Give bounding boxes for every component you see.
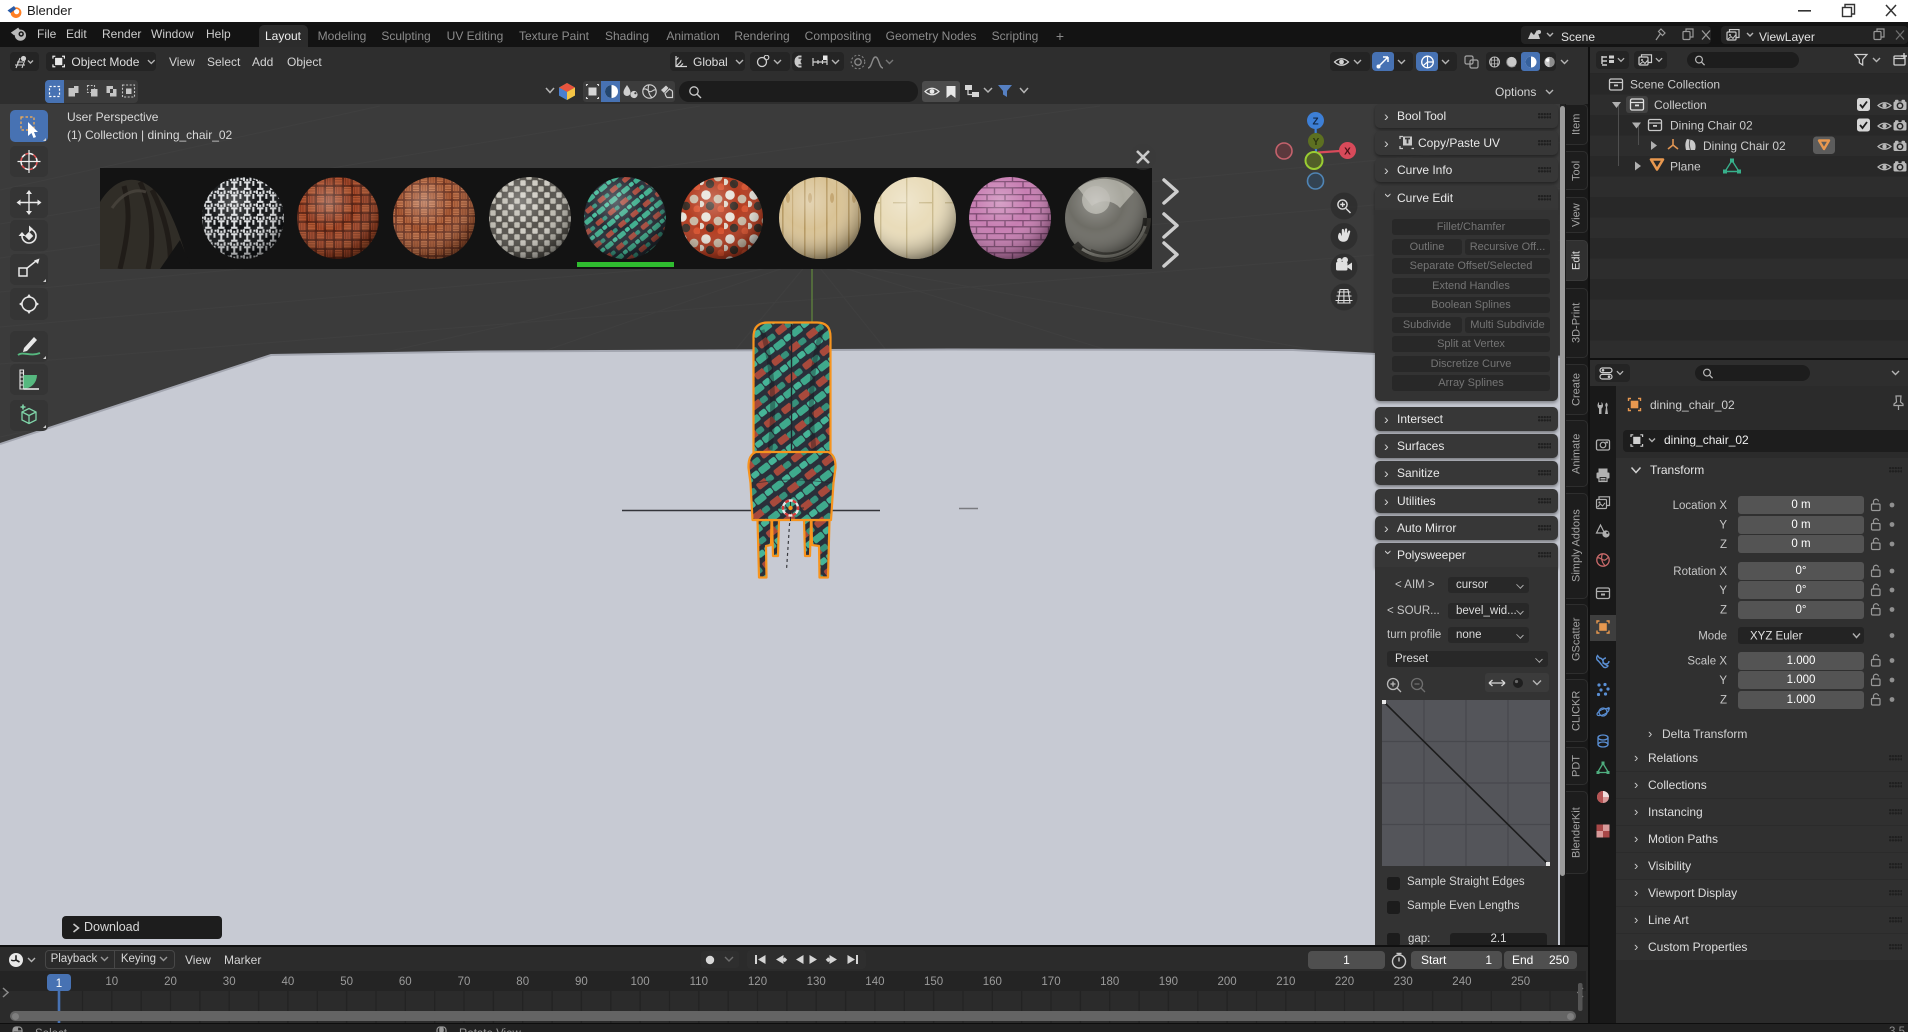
svg-text:90: 90: [575, 976, 588, 988]
svg-text:Scene Collection: Scene Collection: [1630, 78, 1720, 92]
svg-text:10: 10: [105, 976, 118, 988]
svg-text:Mode: Mode: [1698, 631, 1727, 643]
svg-text:130: 130: [807, 976, 826, 988]
svg-text:250: 250: [1511, 976, 1530, 988]
svg-text:150: 150: [924, 976, 943, 988]
svg-text:230: 230: [1394, 976, 1413, 988]
svg-text:Y: Y: [1719, 520, 1727, 532]
svg-text:160: 160: [983, 976, 1002, 988]
svg-text:Plane: Plane: [1670, 160, 1701, 174]
svg-text:Z: Z: [1720, 695, 1727, 707]
svg-text:X: X: [1344, 147, 1351, 158]
svg-text:80: 80: [516, 976, 529, 988]
svg-text:Scale X: Scale X: [1687, 656, 1727, 668]
svg-text:200: 200: [1218, 976, 1237, 988]
svg-text:Y: Y: [1313, 137, 1320, 148]
svg-text:30: 30: [223, 976, 236, 988]
svg-text:210: 210: [1276, 976, 1295, 988]
svg-text:120: 120: [748, 976, 767, 988]
svg-text:Select: Select: [35, 1028, 68, 1032]
svg-text:180: 180: [1100, 976, 1119, 988]
svg-text:220: 220: [1335, 976, 1354, 988]
svg-text:190: 190: [1159, 976, 1178, 988]
svg-text:XYZ Euler: XYZ Euler: [1750, 631, 1803, 643]
svg-text:Rotation X: Rotation X: [1673, 566, 1727, 578]
svg-text:100: 100: [631, 976, 650, 988]
svg-text:Rotate View: Rotate View: [459, 1028, 521, 1032]
svg-text:240: 240: [1452, 976, 1471, 988]
svg-text:Dining Chair 02: Dining Chair 02: [1703, 139, 1786, 153]
svg-text:Z: Z: [1720, 605, 1727, 617]
svg-text:170: 170: [1041, 976, 1060, 988]
svg-text:60: 60: [399, 976, 412, 988]
svg-text:Collection: Collection: [1654, 98, 1707, 112]
svg-text:1: 1: [56, 978, 62, 990]
svg-text:110: 110: [690, 976, 708, 988]
svg-text:140: 140: [865, 976, 884, 988]
svg-text:20: 20: [164, 976, 177, 988]
svg-text:70: 70: [458, 976, 471, 988]
svg-text:40: 40: [282, 976, 295, 988]
svg-text:Y: Y: [1719, 585, 1727, 597]
svg-text:Dining Chair 02: Dining Chair 02: [1670, 119, 1753, 133]
svg-text:Z: Z: [1720, 539, 1727, 551]
svg-text:Location X: Location X: [1673, 500, 1728, 512]
svg-text:Z: Z: [1312, 117, 1318, 128]
svg-text:50: 50: [340, 976, 353, 988]
svg-text:Y: Y: [1719, 675, 1727, 687]
